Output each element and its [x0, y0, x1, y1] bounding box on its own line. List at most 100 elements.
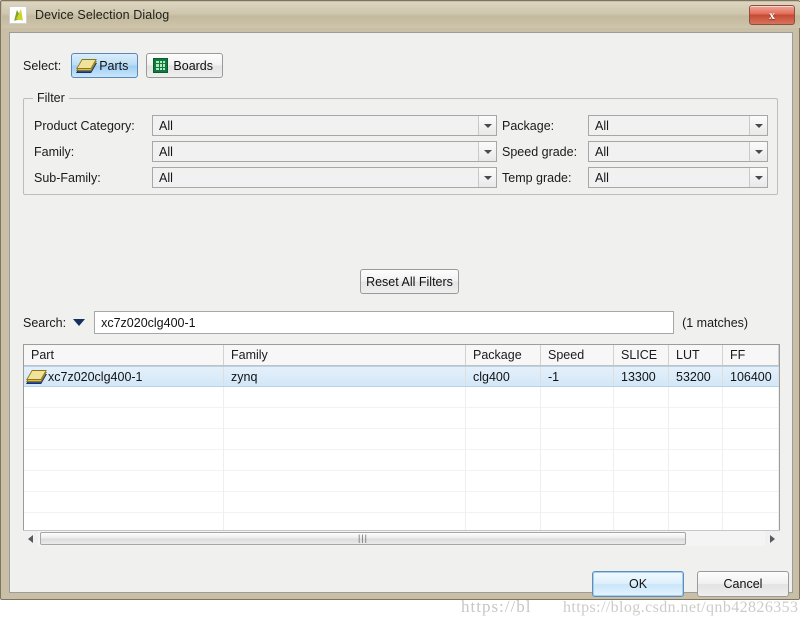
package-combo[interactable]: All — [588, 115, 768, 136]
table-empty-cell — [614, 429, 669, 450]
table-empty-cell — [723, 429, 779, 450]
table-empty-cell — [24, 387, 224, 408]
sub-family-combo[interactable]: All — [152, 167, 497, 188]
close-button[interactable]: x — [749, 5, 795, 25]
column-header-speed[interactable]: Speed — [541, 345, 614, 365]
table-empty-cell — [723, 492, 779, 513]
table-empty-cell — [466, 429, 541, 450]
chevron-down-icon[interactable] — [749, 116, 767, 135]
chevron-down-icon[interactable] — [478, 142, 496, 161]
chevron-down-icon[interactable] — [749, 168, 767, 187]
chevron-down-icon[interactable] — [478, 168, 496, 187]
table-empty-cell — [541, 471, 614, 492]
table-empty-cell — [614, 408, 669, 429]
filter-group: Filter Product Category: All Family: All… — [23, 91, 778, 195]
table-empty-row — [24, 492, 779, 513]
chevron-down-icon[interactable] — [73, 319, 86, 326]
column-header-ff[interactable]: FF — [723, 345, 779, 365]
table-empty-cell — [224, 450, 466, 471]
scrollbar-track[interactable]: ||| — [38, 531, 765, 546]
table-empty-cell — [669, 450, 723, 471]
table-empty-cell — [224, 471, 466, 492]
filter-row-family: Family: All — [34, 141, 497, 162]
table-empty-cell — [614, 471, 669, 492]
table-row[interactable]: xc7z020clg400-1 zynq clg400 -1 13300 532… — [24, 366, 779, 387]
search-label: Search: — [23, 315, 67, 330]
table-empty-row — [24, 471, 779, 492]
title-bar[interactable]: Device Selection Dialog x — [2, 2, 800, 28]
table-empty-cell — [614, 450, 669, 471]
table-empty-cell — [669, 492, 723, 513]
table-empty-cell — [723, 471, 779, 492]
table-empty-cell — [614, 387, 669, 408]
filter-row-product-category: Product Category: All — [34, 115, 497, 136]
filter-row-package: Package: All — [502, 115, 768, 136]
table-empty-cell — [541, 387, 614, 408]
search-row: Search: xc7z020clg400-1 (1 matches) — [23, 311, 783, 334]
search-input[interactable]: xc7z020clg400-1 — [94, 311, 675, 334]
cell-part: xc7z020clg400-1 — [24, 367, 224, 386]
arrow-right-icon[interactable] — [765, 531, 780, 546]
temp-grade-value: All — [595, 170, 609, 185]
table-empty-cell — [723, 450, 779, 471]
board-icon — [153, 58, 169, 73]
table-empty-row — [24, 387, 779, 408]
filter-row-temp-grade: Temp grade: All — [502, 167, 768, 188]
cell-ff: 106400 — [723, 367, 779, 386]
select-label: Select: — [23, 58, 62, 73]
table-empty-cell — [466, 492, 541, 513]
dialog-client-area: Select: Parts Boards Filter Product Cate… — [9, 32, 798, 616]
temp-grade-combo[interactable]: All — [588, 167, 768, 188]
cell-lut: 53200 — [669, 367, 723, 386]
filter-row-speed-grade: Speed grade: All — [502, 141, 768, 162]
table-empty-row — [24, 408, 779, 429]
table-empty-cell — [466, 471, 541, 492]
temp-grade-label: Temp grade: — [502, 170, 572, 185]
ok-button[interactable]: OK — [592, 571, 684, 597]
speed-grade-combo[interactable]: All — [588, 141, 768, 162]
sub-family-value: All — [159, 170, 173, 185]
device-table: Part Family Package Speed SLICE LUT FF x… — [23, 344, 780, 546]
close-icon: x — [769, 7, 775, 22]
table-empty-cell — [224, 492, 466, 513]
table-empty-cell — [224, 387, 466, 408]
column-header-part[interactable]: Part — [24, 345, 224, 365]
table-empty-cell — [723, 387, 779, 408]
dialog-window: Device Selection Dialog x Select: Parts … — [0, 0, 800, 616]
speed-grade-value: All — [595, 144, 609, 159]
cell-slice: 13300 — [614, 367, 669, 386]
reset-all-filters-button[interactable]: Reset All Filters — [360, 269, 459, 294]
table-empty-cell — [24, 408, 224, 429]
parts-button-label: Parts — [99, 58, 129, 73]
cancel-button[interactable]: Cancel — [697, 571, 789, 597]
watermark-text-primary: https://bl — [461, 597, 532, 616]
search-input-value: xc7z020clg400-1 — [101, 315, 196, 330]
table-empty-row — [24, 450, 779, 471]
column-header-slice[interactable]: SLICE — [614, 345, 669, 365]
cell-family: zynq — [224, 367, 466, 386]
family-combo[interactable]: All — [152, 141, 497, 162]
chevron-down-icon[interactable] — [478, 116, 496, 135]
scrollbar-thumb[interactable]: ||| — [40, 532, 686, 545]
table-empty-cell — [24, 429, 224, 450]
speed-grade-label: Speed grade: — [502, 144, 578, 159]
column-header-family[interactable]: Family — [224, 345, 466, 365]
package-label: Package: — [502, 118, 555, 133]
table-empty-cell — [541, 408, 614, 429]
product-category-combo[interactable]: All — [152, 115, 497, 136]
table-empty-cell — [669, 408, 723, 429]
table-empty-cell — [466, 387, 541, 408]
table-empty-cell — [723, 408, 779, 429]
chevron-down-icon[interactable] — [749, 142, 767, 161]
table-empty-cell — [24, 450, 224, 471]
boards-toggle-button[interactable]: Boards — [146, 53, 224, 78]
table-empty-cell — [466, 450, 541, 471]
table-empty-cell — [541, 492, 614, 513]
table-empty-cell — [614, 492, 669, 513]
select-row: Select: Parts Boards — [23, 53, 224, 78]
column-header-lut[interactable]: LUT — [669, 345, 723, 365]
parts-toggle-button[interactable]: Parts — [71, 53, 139, 78]
column-header-package[interactable]: Package — [466, 345, 541, 365]
arrow-left-icon[interactable] — [23, 531, 38, 546]
horizontal-scrollbar[interactable]: ||| — [23, 530, 780, 546]
